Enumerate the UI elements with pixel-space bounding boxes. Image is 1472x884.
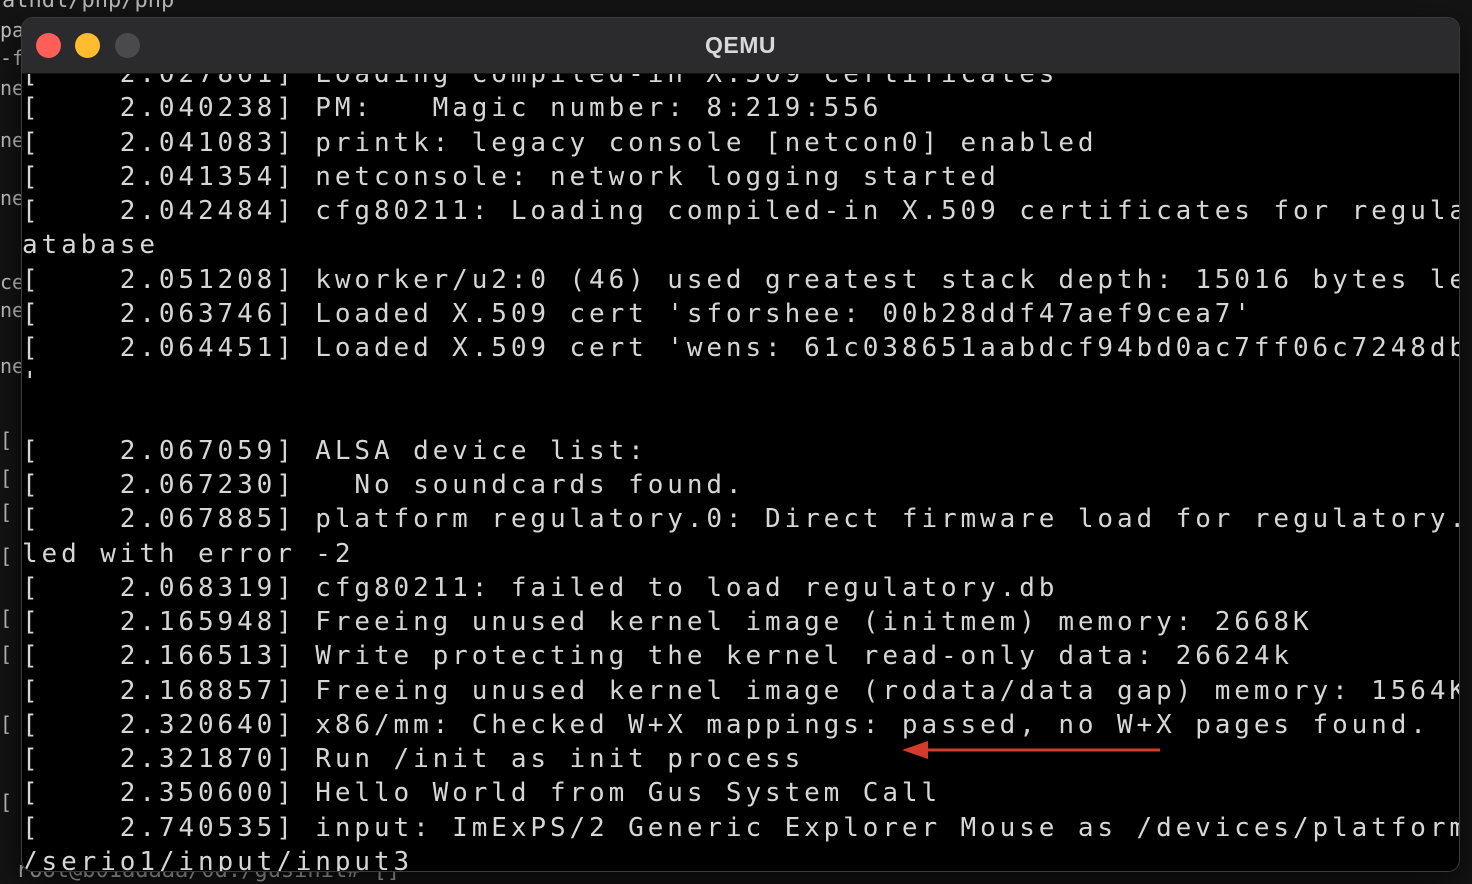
background-terminal-fragment: [ xyxy=(0,642,13,666)
qemu-window[interactable]: QEMU [ 2.027861] Loading compiled-in X.5… xyxy=(22,18,1459,871)
background-terminal-fragment: ne xyxy=(0,76,25,100)
background-terminal-fragment: pa xyxy=(0,18,25,42)
background-terminal-top-line: athdl/php/php xyxy=(2,0,175,13)
console-line: led with error -2 xyxy=(22,538,355,569)
window-titlebar[interactable]: QEMU xyxy=(22,18,1459,74)
window-title: QEMU xyxy=(705,32,776,58)
console-line: [ 2.041354] netconsole: network logging … xyxy=(22,161,1000,192)
background-terminal-fragment: ne xyxy=(0,354,25,378)
background-terminal-fragment: [ xyxy=(0,466,13,490)
console-line: [ 2.068319] cfg80211: failed to load reg… xyxy=(22,572,1059,603)
kernel-log-output: [ 2.027861] Loading compiled-in X.509 ce… xyxy=(22,74,1459,871)
console-line: [ 2.064451] Loaded X.509 cert 'wens: 61c… xyxy=(22,333,1459,363)
console-line: [ 2.168857] Freeing unused kernel image … xyxy=(22,675,1459,706)
console-line: [ 2.740535] input: ImExPS/2 Generic Expl… xyxy=(22,812,1459,843)
console-line: [ 2.067885] platform regulatory.0: Direc… xyxy=(22,504,1459,535)
console-line: [ 2.040238] PM: Magic number: 8:219:556 xyxy=(22,93,883,124)
console-line: [ 2.166513] Write protecting the kernel … xyxy=(22,641,1293,672)
background-terminal-fragment: [ xyxy=(0,790,13,814)
console-line: [ 2.051208] kworker/u2:0 (46) used great… xyxy=(22,264,1459,295)
background-terminal-fragment: [ xyxy=(0,712,13,736)
console-line: [ 2.067230] No soundcards found. xyxy=(22,470,746,500)
console-line: ' xyxy=(22,367,42,398)
console-line: [ 2.027861] Loading compiled-in X.509 ce… xyxy=(22,74,1059,89)
background-terminal-fragment: [ xyxy=(0,428,13,452)
background-terminal-fragment: [ xyxy=(0,500,13,524)
console-line: [ 2.350600] Hello World from Gus System … xyxy=(22,778,942,809)
console-line: [ 2.320640] x86/mm: Checked W+X mappings… xyxy=(22,709,1430,740)
console-line: atabase xyxy=(22,230,159,261)
background-terminal-fragment: ce xyxy=(0,270,25,294)
console-line: /serio1/input/input3 xyxy=(22,846,414,871)
vm-console-screen[interactable]: [ 2.027861] Loading compiled-in X.509 ce… xyxy=(22,74,1459,871)
console-line: [ 2.067059] ALSA device list: xyxy=(22,435,648,466)
console-line: [ 2.063746] Loaded X.509 cert 'sforshee:… xyxy=(22,298,1254,329)
console-line: [ 2.041083] printk: legacy console [netc… xyxy=(22,127,1098,158)
background-terminal-fragment: ne xyxy=(0,186,25,210)
background-terminal-fragment: [ xyxy=(0,544,13,568)
background-terminal-fragment: ne xyxy=(0,298,25,322)
background-terminal-fragment: [ xyxy=(0,606,13,630)
background-terminal-fragment: -f xyxy=(0,46,25,70)
console-line: [ 2.165948] Freeing unused kernel image … xyxy=(22,607,1313,637)
annotation-arrow-icon xyxy=(902,741,1160,759)
console-line: [ 2.042484] cfg80211: Loading compiled-i… xyxy=(22,196,1459,226)
console-line: [ 2.321870] Run /init as init process xyxy=(22,744,805,774)
background-terminal-fragment: ne xyxy=(0,128,25,152)
